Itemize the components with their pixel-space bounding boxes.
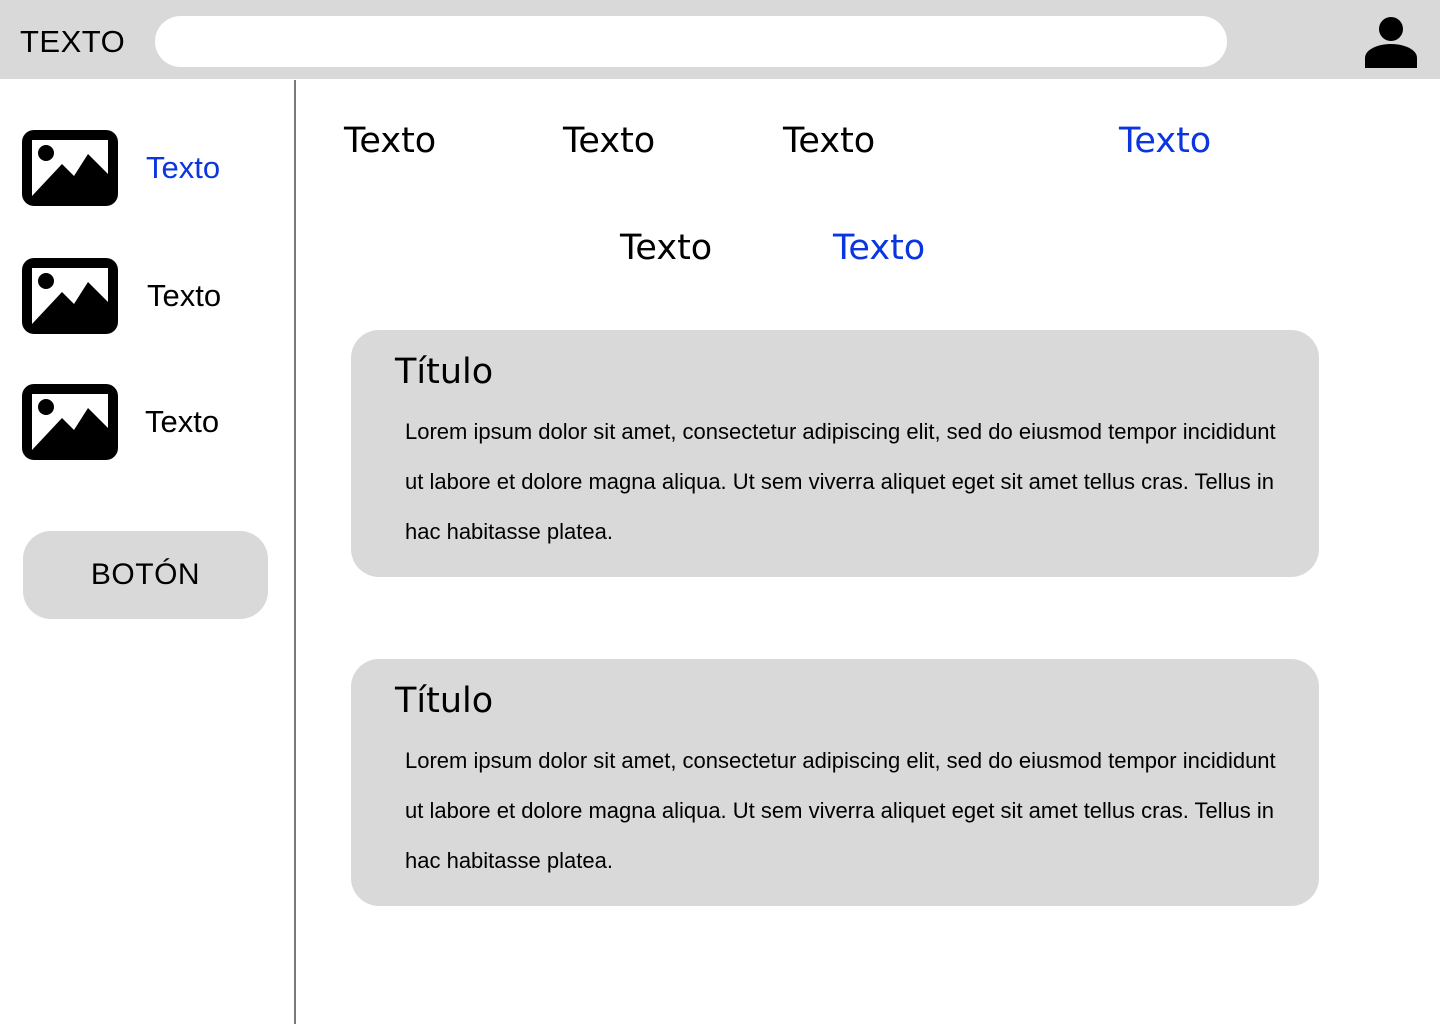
sidebar-item-1[interactable]: Texto — [20, 128, 280, 208]
tab-5[interactable]: Texto — [620, 228, 712, 268]
tab-6[interactable]: Texto — [833, 228, 925, 268]
main-button[interactable]: BOTÓN — [23, 531, 268, 619]
sidebar-item-label: Texto — [145, 404, 220, 439]
sidebar-item-label: Texto — [147, 278, 222, 313]
card-title: Título — [395, 352, 494, 392]
user-icon[interactable] — [1364, 16, 1418, 68]
card-body: Lorem ipsum dolor sit amet, consectetur … — [405, 748, 1276, 873]
sidebar-divider — [294, 80, 296, 1024]
brand-title: TEXTO — [20, 24, 126, 59]
card-body: Lorem ipsum dolor sit amet, consectetur … — [405, 419, 1276, 544]
sidebar-item-2[interactable]: Texto — [20, 256, 280, 336]
sidebar-item-3[interactable]: Texto — [20, 382, 280, 462]
card-title: Título — [395, 681, 494, 721]
sidebar-item-label: Texto — [146, 150, 221, 185]
content-card-1: Título Lorem ipsum dolor sit amet, conse… — [351, 330, 1319, 577]
search-input[interactable] — [155, 16, 1227, 67]
image-icon — [22, 130, 118, 206]
image-icon — [22, 384, 118, 460]
content-card-2: Título Lorem ipsum dolor sit amet, conse… — [351, 659, 1319, 906]
tab-4[interactable]: Texto — [1119, 121, 1211, 161]
tab-3[interactable]: Texto — [783, 121, 875, 161]
tab-2[interactable]: Texto — [563, 121, 655, 161]
top-bar: TEXTO — [0, 0, 1440, 79]
image-icon — [22, 258, 118, 334]
tab-1[interactable]: Texto — [344, 121, 436, 161]
